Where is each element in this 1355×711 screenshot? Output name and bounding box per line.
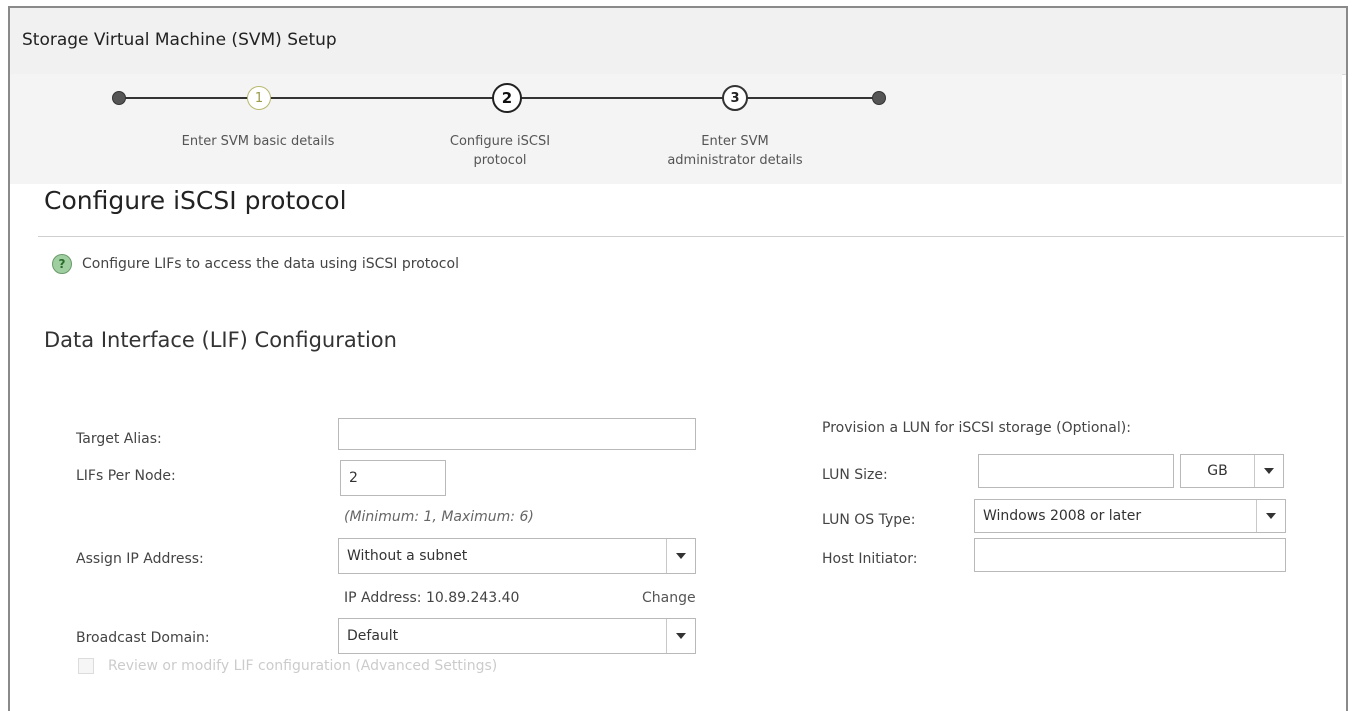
- chevron-down-icon[interactable]: [1256, 500, 1285, 532]
- chevron-down-icon[interactable]: [666, 619, 695, 653]
- step-2-label-line2: protocol: [473, 153, 527, 168]
- lun-size-label: LUN Size:: [822, 467, 888, 483]
- step-1-indicator[interactable]: 1: [247, 86, 271, 110]
- step-2-indicator[interactable]: 2: [492, 83, 522, 113]
- lun-section-title: Provision a LUN for iSCSI storage (Optio…: [822, 420, 1131, 436]
- assign-ip-value: Without a subnet: [347, 548, 468, 564]
- step-3-number: 3: [730, 90, 740, 106]
- lifs-per-node-hint: (Minimum: 1, Maximum: 6): [344, 509, 534, 525]
- help-icon[interactable]: ?: [52, 254, 72, 274]
- target-alias-label: Target Alias:: [76, 431, 162, 447]
- target-alias-input[interactable]: [338, 418, 696, 450]
- step-1-number: 1: [254, 90, 264, 106]
- title-bar: Storage Virtual Machine (SVM) Setup: [10, 8, 1346, 75]
- step-2-label-line1: Configure iSCSI: [449, 134, 551, 149]
- host-initiator-input[interactable]: [974, 538, 1286, 572]
- lun-os-type-select[interactable]: Windows 2008 or later: [974, 499, 1286, 533]
- step-2-label: Configure iSCSI protocol: [410, 132, 590, 170]
- ip-address-text: IP Address: 10.89.243.40: [344, 590, 520, 606]
- svm-setup-window: Storage Virtual Machine (SVM) Setup 1 2 …: [8, 6, 1348, 711]
- info-text: Configure LIFs to access the data using …: [82, 256, 459, 272]
- info-row: ? Configure LIFs to access the data usin…: [52, 254, 459, 274]
- advanced-settings-row: Review or modify LIF configuration (Adva…: [78, 658, 497, 674]
- step-3-label-line2: administrator details: [667, 153, 803, 168]
- lun-os-type-value: Windows 2008 or later: [983, 508, 1142, 524]
- step-3-label: Enter SVM administrator details: [630, 132, 840, 170]
- chevron-down-icon[interactable]: [666, 539, 695, 573]
- host-initiator-label: Host Initiator:: [822, 551, 918, 567]
- wizard-start-dot: [112, 91, 126, 105]
- broadcast-domain-label: Broadcast Domain:: [76, 630, 210, 646]
- heading-divider: [38, 236, 1344, 237]
- chevron-down-icon[interactable]: [1254, 455, 1283, 487]
- step-3-label-line1: Enter SVM: [701, 134, 769, 149]
- step-1-label: Enter SVM basic details: [138, 132, 378, 151]
- broadcast-domain-value: Default: [347, 628, 399, 644]
- wizard-end-dot: [872, 91, 886, 105]
- page-heading: Configure iSCSI protocol: [44, 186, 347, 215]
- lif-section-title: Data Interface (LIF) Configuration: [44, 328, 397, 352]
- lun-size-unit-value: GB: [1207, 463, 1228, 479]
- step-2-number: 2: [501, 89, 513, 107]
- lun-size-unit-select[interactable]: GB: [1180, 454, 1284, 488]
- assign-ip-select[interactable]: Without a subnet: [338, 538, 696, 574]
- broadcast-domain-select[interactable]: Default: [338, 618, 696, 654]
- advanced-settings-checkbox[interactable]: [78, 658, 94, 674]
- change-ip-link[interactable]: Change: [642, 590, 696, 606]
- assign-ip-label: Assign IP Address:: [76, 551, 204, 567]
- lifs-per-node-label: LIFs Per Node:: [76, 468, 176, 484]
- lifs-per-node-input[interactable]: 2: [340, 460, 446, 496]
- window-title: Storage Virtual Machine (SVM) Setup: [22, 30, 337, 50]
- advanced-settings-label: Review or modify LIF configuration (Adva…: [108, 658, 498, 674]
- lun-os-type-label: LUN OS Type:: [822, 512, 916, 528]
- step-3-indicator[interactable]: 3: [722, 85, 748, 111]
- step-1-label-line1: Enter SVM basic details: [181, 134, 335, 149]
- wizard-progress: 1 2 3 Enter SVM basic details Configure …: [10, 74, 1342, 184]
- lun-size-input[interactable]: [978, 454, 1174, 488]
